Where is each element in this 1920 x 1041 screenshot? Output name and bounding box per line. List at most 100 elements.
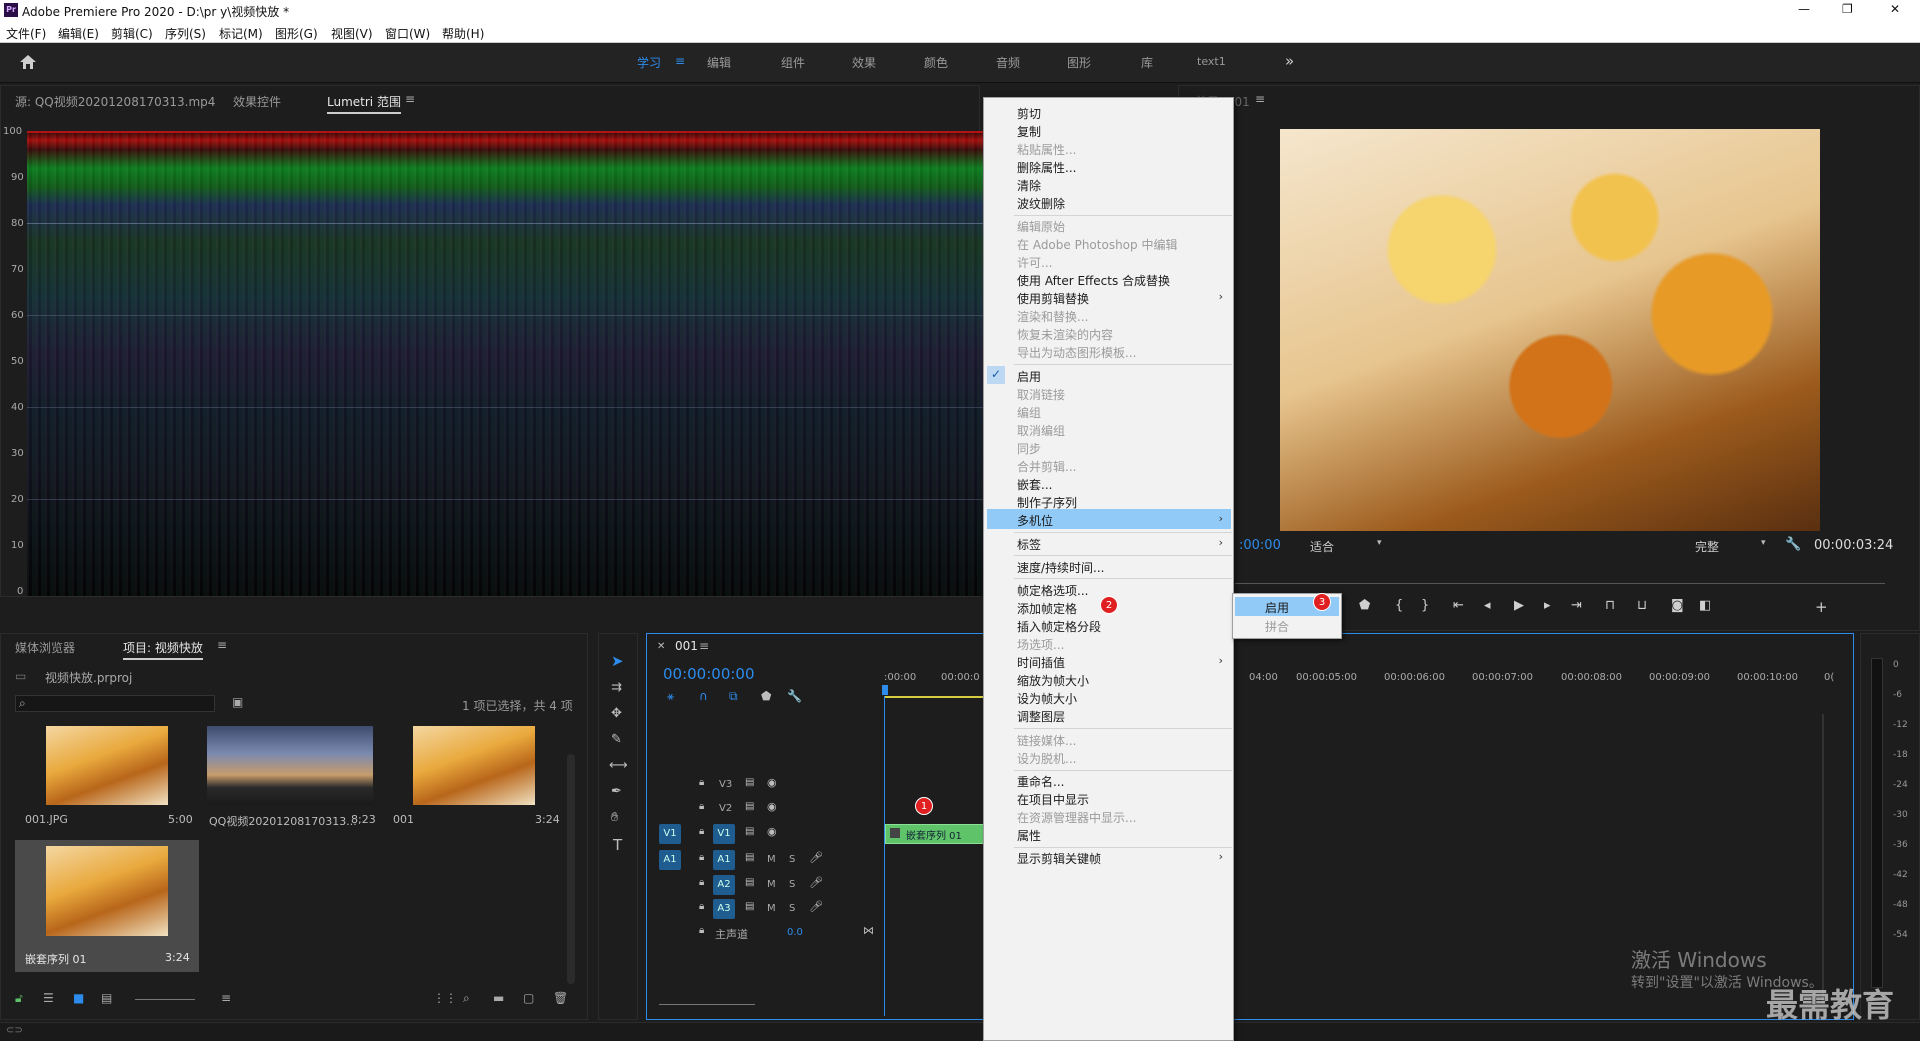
workspace-graphics[interactable]: 图形 <box>1067 54 1091 71</box>
close-button[interactable]: ✕ <box>1890 2 1900 16</box>
add-button-icon[interactable]: + <box>1815 598 1828 616</box>
workspace-more-icon[interactable]: » <box>1285 52 1294 70</box>
step-back-icon[interactable]: ◂ <box>1484 598 1491 613</box>
go-to-out-icon[interactable]: ⇥ <box>1571 598 1582 613</box>
wrench-icon[interactable]: 🔧 <box>787 689 802 703</box>
add-marker-icon[interactable]: ⬟ <box>761 689 771 703</box>
menu-item-remove-attributes[interactable]: 删除属性... <box>1017 159 1076 176</box>
playhead-bar[interactable] <box>1235 583 1885 584</box>
track-select-icon[interactable]: ⇉ <box>611 680 622 695</box>
solo-button[interactable]: S <box>789 903 795 914</box>
new-bin-search-icon[interactable]: ▣ <box>232 695 243 709</box>
menu-window[interactable]: 窗口(W) <box>385 25 430 42</box>
lock-icon[interactable]: 🔒︎ <box>699 801 704 812</box>
menu-item-time-interpolation[interactable]: 时间插值 <box>1017 654 1065 671</box>
selection-tool-icon[interactable]: ➤ <box>611 652 624 670</box>
lock-icon[interactable]: 🔓︎ <box>15 991 23 1006</box>
menu-sequence[interactable]: 序列(S) <box>165 25 206 42</box>
snap-icon[interactable]: ∩ <box>699 689 708 703</box>
play-icon[interactable]: ▶ <box>1514 598 1524 613</box>
go-to-in-icon[interactable]: ⇤ <box>1453 598 1464 613</box>
menu-item-show-clip-keyframes[interactable]: 显示剪辑关键帧 <box>1017 850 1101 867</box>
workspace-text1[interactable]: text1 <box>1197 55 1226 68</box>
mute-button[interactable]: M <box>767 879 776 890</box>
sync-lock-icon[interactable]: ▤ <box>745 801 754 812</box>
lock-icon[interactable]: 🔒︎ <box>699 925 704 936</box>
menu-edit[interactable]: 编辑(E) <box>58 25 99 42</box>
panel-menu-icon[interactable]: ≡ <box>1255 92 1265 106</box>
menu-item-enable[interactable]: 启用 <box>1017 368 1041 385</box>
workspace-audio[interactable]: 音频 <box>996 54 1020 71</box>
solo-button[interactable]: S <box>789 879 795 890</box>
sync-lock-icon[interactable]: ▤ <box>745 777 754 788</box>
maximize-button[interactable]: ❐ <box>1842 2 1853 16</box>
workspace-effects[interactable]: 效果 <box>852 54 876 71</box>
master-value[interactable]: 0.0 <box>787 927 803 938</box>
lock-icon[interactable]: 🔒︎ <box>699 852 704 863</box>
menu-item-set-to-frame[interactable]: 设为帧大小 <box>1017 690 1077 707</box>
workspace-assembly[interactable]: 组件 <box>781 54 805 71</box>
menu-lines-icon[interactable]: ≡ <box>675 54 685 68</box>
step-forward-icon[interactable]: ▸ <box>1544 598 1551 613</box>
sort-icon[interactable]: ≡ <box>221 991 231 1005</box>
menu-item-replace-with-clip[interactable]: 使用剪辑替换 <box>1017 290 1089 307</box>
menu-item-ripple-delete[interactable]: 波纹删除 <box>1017 195 1065 212</box>
wrench-icon[interactable]: 🔧 <box>1785 537 1801 552</box>
mute-button[interactable]: M <box>767 903 776 914</box>
add-marker-icon[interactable]: ⬟ <box>1359 598 1370 613</box>
eye-icon[interactable]: ◉ <box>767 776 777 789</box>
insert-sequence-icon[interactable]: ⚹ <box>667 689 674 704</box>
tab-project[interactable]: 项目: 视频快放 <box>123 639 203 660</box>
sync-lock-icon[interactable]: ▤ <box>745 901 754 912</box>
menu-item-rename[interactable]: 重命名... <box>1017 773 1064 790</box>
mic-icon[interactable]: 🎤︎ <box>809 851 823 864</box>
track-target-a3[interactable]: A3 <box>713 899 735 919</box>
menu-marker[interactable]: 标记(M) <box>219 25 263 42</box>
new-bin-icon[interactable]: ▬ <box>493 991 504 1005</box>
timeline-clip[interactable]: 嵌套序列 01 <box>885 824 985 844</box>
zoom-slider[interactable] <box>135 999 195 1000</box>
freeform-view-icon[interactable]: ▤ <box>101 991 112 1005</box>
menu-clip[interactable]: 剪辑(C) <box>111 25 153 42</box>
submenu-item-enable[interactable]: 启用 <box>1265 599 1289 616</box>
track-target-a2[interactable]: A2 <box>713 875 735 895</box>
mark-out-icon[interactable]: } <box>1421 598 1429 613</box>
project-item[interactable]: 001 3:24 <box>385 726 563 834</box>
menu-item-speed-duration[interactable]: 速度/持续时间... <box>1017 559 1105 576</box>
sync-lock-icon[interactable]: ▤ <box>745 852 754 863</box>
lift-icon[interactable]: ⊓ <box>1605 598 1615 613</box>
menu-item-copy[interactable]: 复制 <box>1017 123 1041 140</box>
search-input[interactable]: ⌕ <box>15 695 215 712</box>
source-patch-v1[interactable]: V1 <box>659 824 681 844</box>
tab-sequence[interactable]: 001 <box>675 639 698 653</box>
menu-item-add-frame-hold[interactable]: 添加帧定格 <box>1017 600 1077 617</box>
panel-menu-icon[interactable]: ≡ <box>699 639 709 653</box>
program-timecode-left[interactable]: :00:00 <box>1239 538 1281 553</box>
track-target-a1[interactable]: A1 <box>713 850 735 870</box>
quality-dropdown[interactable]: 完整 <box>1695 538 1719 555</box>
timeline-scroll-handle[interactable] <box>659 997 755 1005</box>
workspace-learn[interactable]: 学习 <box>637 54 661 71</box>
trash-icon[interactable]: 🗑︎ <box>553 991 568 1005</box>
menu-item-scale-to-frame[interactable]: 缩放为帧大小 <box>1017 672 1089 689</box>
track-target-v1[interactable]: V1 <box>713 824 735 844</box>
lock-icon[interactable]: 🔒︎ <box>699 901 704 912</box>
menu-item-adjustment-layer[interactable]: 调整图层 <box>1017 708 1065 725</box>
menu-view[interactable]: 视图(V) <box>331 25 373 42</box>
linked-selection-icon[interactable]: ⧉ <box>729 689 738 704</box>
menu-file[interactable]: 文件(F) <box>6 25 46 42</box>
lock-icon[interactable]: 🔒︎ <box>699 877 704 888</box>
pen-icon[interactable]: ✒ <box>611 784 622 799</box>
tab-effect-controls[interactable]: 效果控件 <box>233 93 281 110</box>
menu-item-nest[interactable]: 嵌套... <box>1017 476 1052 493</box>
menu-item-properties[interactable]: 属性 <box>1017 827 1041 844</box>
slip-icon[interactable]: ⟷ <box>609 758 628 773</box>
panel-menu-icon[interactable]: ≡ <box>217 638 227 652</box>
close-tab-icon[interactable]: ✕ <box>657 641 665 652</box>
compare-icon[interactable]: ◧ <box>1699 598 1711 613</box>
panel-menu-icon[interactable]: ≡ <box>405 92 415 106</box>
project-item[interactable]: QQ视频20201208170313... 8;23 <box>207 726 379 834</box>
extract-icon[interactable]: ⊔ <box>1637 598 1647 613</box>
project-scrollbar[interactable] <box>567 754 575 984</box>
menu-item-cut[interactable]: 剪切 <box>1017 105 1041 122</box>
